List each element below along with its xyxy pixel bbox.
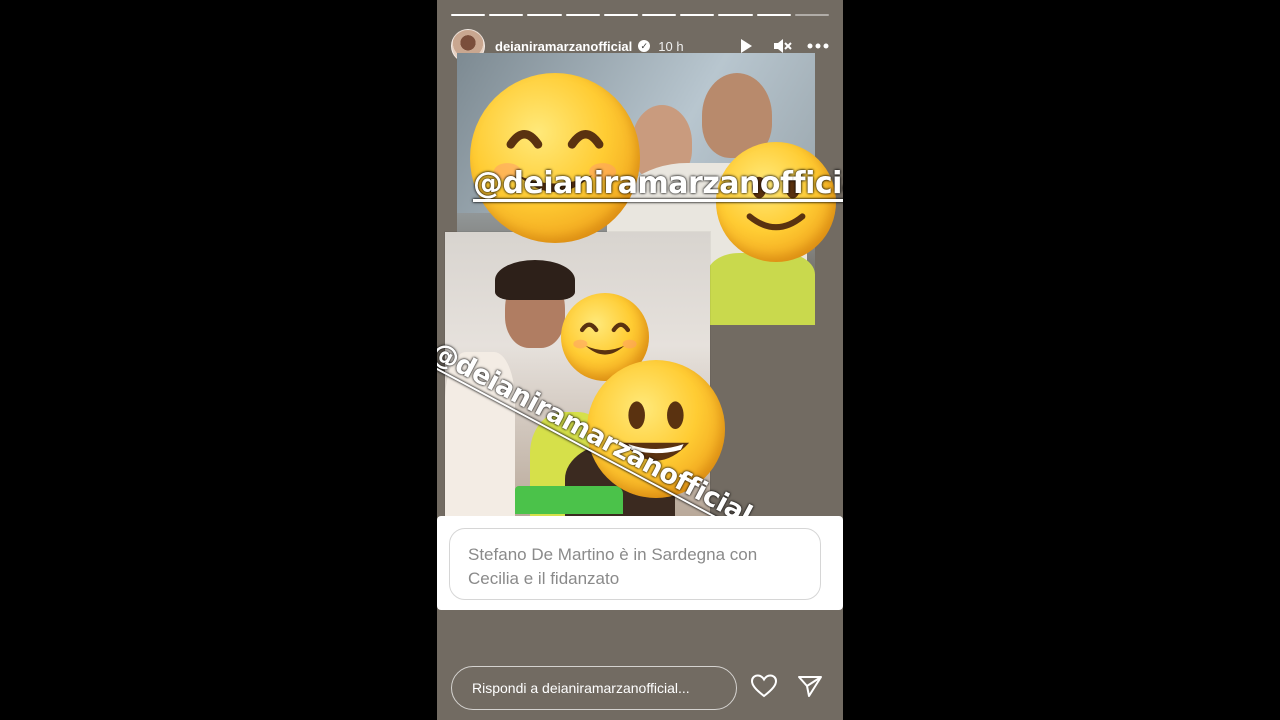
heart-icon[interactable] (750, 673, 778, 703)
reply-bar: Rispondi a deianiramarzanofficial... (451, 666, 829, 710)
progress-segment (718, 14, 753, 16)
story-viewer[interactable]: deianiramarzanofficial ✓ 10 h @deianiram… (437, 0, 843, 720)
progress-segment (642, 14, 677, 16)
story-progress-bar (451, 14, 830, 17)
send-icon[interactable] (797, 674, 823, 703)
progress-segment (451, 14, 486, 16)
story-timestamp: 10 h (658, 38, 684, 54)
reply-input[interactable]: Rispondi a deianiramarzanofficial... (451, 666, 737, 710)
verified-badge-icon: ✓ (638, 40, 651, 52)
progress-segment (565, 14, 600, 16)
slightly-smiling-face-emoji-icon (716, 142, 836, 262)
progress-segment (756, 14, 791, 16)
smiling-face-emoji-icon (470, 73, 640, 243)
progress-segment (794, 14, 830, 16)
progress-segment (603, 14, 639, 16)
question-text: Stefano De Martino è in Sardegna con Cec… (449, 528, 821, 600)
progress-segment (527, 14, 562, 16)
question-sticker[interactable]: Stefano De Martino è in Sardegna con Cec… (437, 516, 843, 610)
username[interactable]: deianiramarzanofficial (495, 39, 632, 54)
mention-sticker-top[interactable]: @deianiramarzanofficial (473, 166, 843, 201)
progress-segment (680, 14, 715, 16)
progress-segment (489, 14, 524, 16)
